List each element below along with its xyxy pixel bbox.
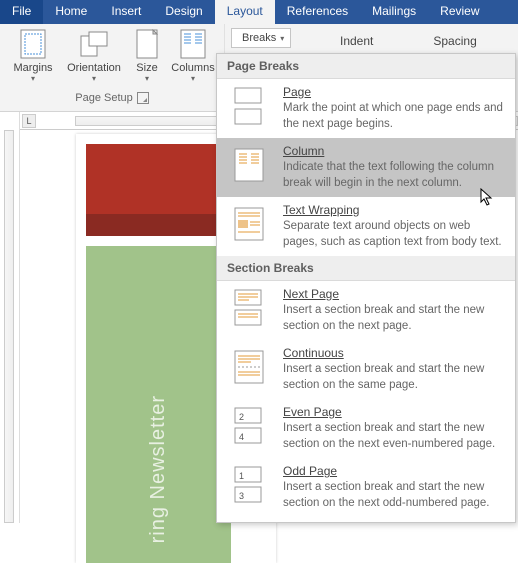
margins-button[interactable]: Margins ▾ [5, 26, 61, 83]
tab-mailings[interactable]: Mailings [360, 0, 428, 24]
orientation-icon [78, 28, 110, 60]
text-wrapping-icon [227, 203, 271, 245]
columns-label: Columns [171, 62, 214, 74]
tab-design[interactable]: Design [153, 0, 214, 24]
item-desc: Insert a section break and start the new… [283, 421, 505, 452]
dialog-launcher-icon[interactable] [137, 92, 149, 104]
chevron-down-icon: ▾ [280, 34, 284, 43]
size-icon [131, 28, 163, 60]
tab-layout[interactable]: Layout [215, 0, 275, 24]
svg-text:1: 1 [239, 471, 244, 481]
item-desc: Insert a section break and start the new… [283, 303, 505, 334]
tab-selector[interactable]: L [22, 114, 36, 128]
panel-header-section-breaks: Section Breaks [217, 256, 515, 281]
margins-label: Margins [13, 62, 52, 74]
ribbon-tabs: File Home Insert Design Layout Reference… [0, 0, 518, 24]
item-desc: Mark the point at which one page ends an… [283, 101, 505, 132]
vertical-ruler[interactable] [0, 112, 20, 523]
tab-file[interactable]: File [0, 0, 43, 24]
chevron-down-icon: ▾ [31, 74, 35, 83]
indent-label: Indent [340, 34, 373, 48]
chevron-down-icon: ▾ [145, 74, 149, 83]
group-label-page-setup: Page Setup [75, 92, 149, 104]
paragraph-labels: Indent Spacing [300, 34, 477, 48]
break-item-column[interactable]: Column Indicate that the text following … [217, 138, 515, 197]
break-item-page[interactable]: Page Mark the point at which one page en… [217, 79, 515, 138]
breaks-label: Breaks [242, 32, 276, 44]
item-title: Text Wrapping [283, 203, 505, 217]
tab-references[interactable]: References [275, 0, 360, 24]
margins-icon [17, 28, 49, 60]
item-title: Even Page [283, 405, 505, 419]
continuous-icon [227, 346, 271, 388]
break-item-odd-page[interactable]: 13 Odd Page Insert a section break and s… [217, 458, 515, 517]
breaks-button[interactable]: Breaks ▾ [231, 28, 291, 48]
doc-sidebar-text: ring Newsletter [147, 395, 170, 543]
breaks-dropdown: Page Breaks Page Mark the point at which… [216, 53, 516, 523]
page-break-icon [227, 85, 271, 127]
spacing-label: Spacing [433, 34, 476, 48]
item-desc: Insert a section break and start the new… [283, 362, 505, 393]
svg-text:3: 3 [239, 491, 244, 501]
svg-text:4: 4 [239, 432, 244, 442]
next-page-icon [227, 287, 271, 329]
break-item-next-page[interactable]: Next Page Insert a section break and sta… [217, 281, 515, 340]
column-break-icon [227, 144, 271, 186]
item-desc: Insert a section break and start the new… [283, 480, 505, 511]
tab-insert[interactable]: Insert [99, 0, 153, 24]
item-title: Next Page [283, 287, 505, 301]
tab-home[interactable]: Home [43, 0, 99, 24]
item-desc: Indicate that the text following the col… [283, 160, 505, 191]
svg-text:2: 2 [239, 412, 244, 422]
doc-red-block [86, 144, 231, 236]
break-item-text-wrapping[interactable]: Text Wrapping Separate text around objec… [217, 197, 515, 256]
size-button[interactable]: Size ▾ [127, 26, 167, 83]
doc-green-block: ring Newsletter [86, 246, 231, 563]
panel-header-page-breaks: Page Breaks [217, 54, 515, 79]
group-page-setup: Margins ▾ Orientation ▾ Size ▾ [0, 24, 225, 111]
chevron-down-icon: ▾ [191, 74, 195, 83]
item-title: Column [283, 144, 505, 158]
tab-review[interactable]: Review [428, 0, 491, 24]
even-page-icon: 24 [227, 405, 271, 447]
item-title: Continuous [283, 346, 505, 360]
chevron-down-icon: ▾ [92, 74, 96, 83]
orientation-button[interactable]: Orientation ▾ [61, 26, 127, 83]
size-label: Size [136, 62, 157, 74]
orientation-label: Orientation [67, 62, 121, 74]
item-title: Odd Page [283, 464, 505, 478]
columns-icon [177, 28, 209, 60]
item-desc: Separate text around objects on web page… [283, 219, 505, 250]
item-title: Page [283, 85, 505, 99]
odd-page-icon: 13 [227, 464, 271, 506]
columns-button[interactable]: Columns ▾ [167, 26, 219, 83]
break-item-even-page[interactable]: 24 Even Page Insert a section break and … [217, 399, 515, 458]
break-item-continuous[interactable]: Continuous Insert a section break and st… [217, 340, 515, 399]
